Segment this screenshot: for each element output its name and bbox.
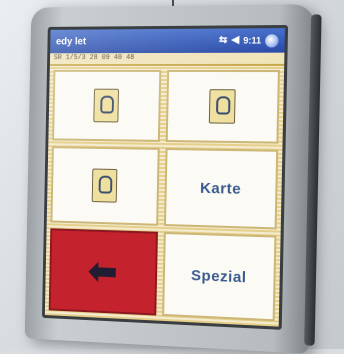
karte-label: Karte bbox=[199, 179, 242, 198]
card-reader-icon bbox=[91, 168, 118, 203]
arrow-left-icon: ⬅ bbox=[87, 250, 118, 292]
karte-button[interactable]: Karte bbox=[163, 147, 279, 230]
clock-text: 9:11 bbox=[243, 35, 262, 46]
card-reader-icon bbox=[208, 89, 236, 124]
connection-icon[interactable]: ⇆ bbox=[219, 35, 228, 46]
title-bar: edy let ⇆ ◀︎ 9:11 bbox=[50, 28, 285, 54]
tile-grid: Karte ⬅ Spezial bbox=[44, 65, 285, 327]
device-screen: edy let ⇆ ◀︎ 9:11 SR 1/5/3 28 09 40 48 K… bbox=[41, 24, 289, 330]
card-reader-icon bbox=[93, 88, 120, 123]
start-button-icon[interactable] bbox=[265, 33, 279, 48]
tile-card-1[interactable] bbox=[52, 69, 162, 142]
tile-card-3[interactable] bbox=[50, 146, 160, 226]
status-area: ⇆ ◀︎ 9:11 bbox=[219, 33, 279, 48]
spezial-label: Spezial bbox=[190, 266, 247, 286]
info-strip: SR 1/5/3 28 09 40 48 bbox=[49, 52, 285, 67]
handheld-device: edy let ⇆ ◀︎ 9:11 SR 1/5/3 28 09 40 48 K… bbox=[24, 4, 322, 354]
spezial-button[interactable]: Spezial bbox=[162, 231, 277, 322]
volume-icon[interactable]: ◀︎ bbox=[231, 35, 239, 46]
back-button[interactable]: ⬅ bbox=[48, 228, 158, 316]
tile-card-2[interactable] bbox=[165, 69, 280, 144]
window-title: edy let bbox=[55, 35, 87, 47]
